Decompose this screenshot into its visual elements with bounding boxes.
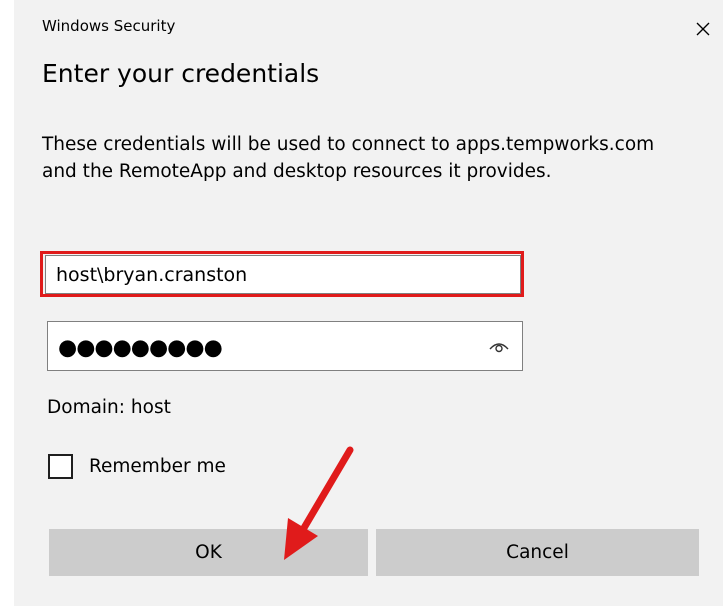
dialog-description: These credentials will be used to connec…: [42, 134, 655, 182]
password-value: ●●●●●●●●●: [58, 335, 223, 361]
ok-button[interactable]: OK: [49, 529, 368, 576]
remember-me-checkbox[interactable]: [48, 454, 73, 479]
eye-icon: [489, 343, 509, 353]
window-title: Windows Security: [42, 17, 176, 35]
reveal-password-button[interactable]: [486, 333, 512, 359]
page: Windows Security Enter your credentials …: [0, 0, 723, 606]
username-highlight-box: [40, 251, 524, 297]
cancel-button[interactable]: Cancel: [376, 529, 699, 576]
domain-label: Domain: host: [47, 397, 171, 418]
remember-me-option[interactable]: Remember me: [48, 454, 226, 479]
password-field[interactable]: ●●●●●●●●●: [47, 321, 523, 371]
credentials-dialog: Windows Security Enter your credentials …: [14, 0, 723, 606]
remember-me-label: Remember me: [89, 456, 226, 477]
dialog-heading: Enter your credentials: [42, 59, 320, 88]
close-button[interactable]: [686, 12, 720, 46]
close-icon: [696, 22, 710, 36]
